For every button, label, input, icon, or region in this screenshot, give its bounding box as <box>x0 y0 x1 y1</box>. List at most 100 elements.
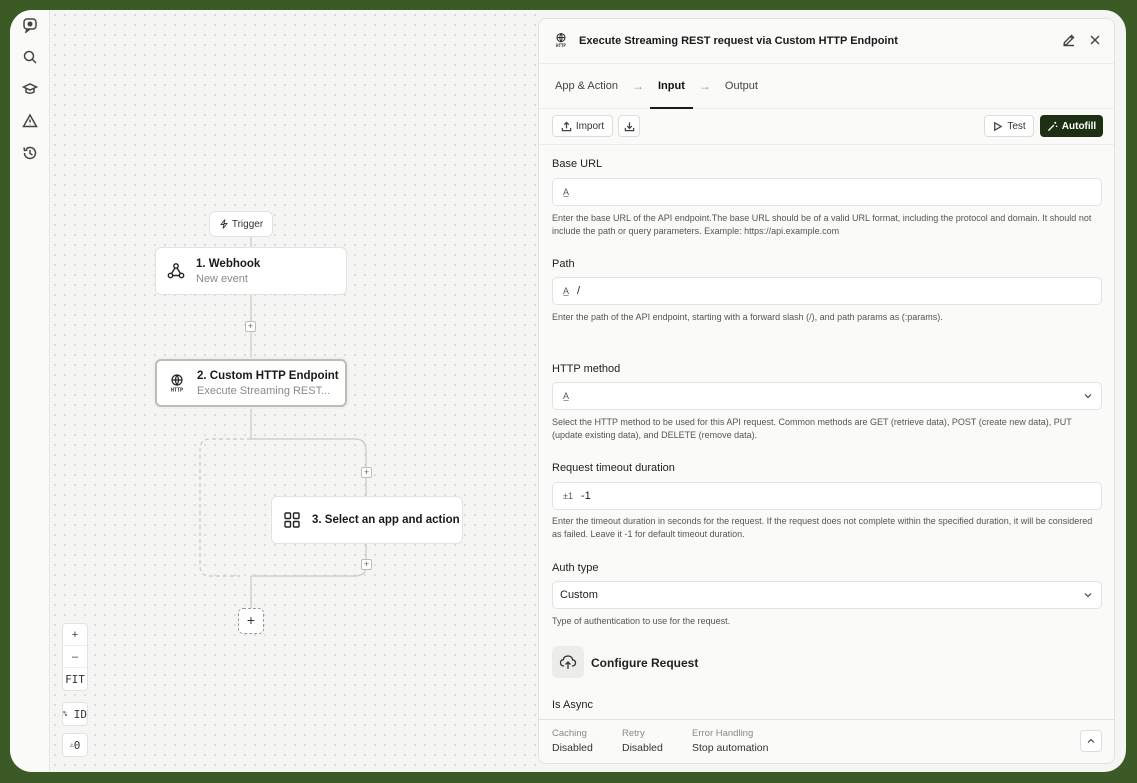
play-icon <box>994 121 1003 131</box>
add-step-button[interactable]: + <box>245 321 256 332</box>
history-icon[interactable] <box>21 144 39 162</box>
http-method-help: Select the HTTP method to be used for th… <box>552 417 1072 440</box>
node-select-app[interactable]: 3. Select an app and action <box>271 496 463 544</box>
grid-icon <box>272 511 312 529</box>
number-type-icon: ±1 <box>563 491 573 501</box>
app-window: Trigger 1. Webhook New event + HTTP 2. C… <box>10 10 1126 772</box>
auth-type-value: Custom <box>560 589 598 601</box>
timeout-help: Enter the timeout duration in seconds fo… <box>552 516 1093 539</box>
ids-label: ID <box>73 707 88 721</box>
text-type-icon: A̲ <box>563 286 570 296</box>
caching-label: Caching <box>552 728 587 739</box>
chevron-down-icon <box>1084 394 1092 399</box>
trigger-label[interactable]: Trigger <box>209 211 273 237</box>
chevron-up-icon <box>1087 738 1095 743</box>
expand-footer-button[interactable] <box>1080 730 1102 752</box>
ids-toggle[interactable]: % ID <box>62 702 88 726</box>
zoom-in-button[interactable]: + <box>63 624 87 646</box>
text-type-icon: A̲ <box>563 187 570 197</box>
retry-label: Retry <box>622 728 645 739</box>
percent-icon: % <box>62 710 68 718</box>
test-button[interactable]: Test <box>984 115 1034 137</box>
svg-text:HTTP: HTTP <box>171 388 183 394</box>
autofill-button[interactable]: Autofill <box>1040 115 1103 137</box>
timeout-value: -1 <box>580 490 591 502</box>
left-rail <box>10 10 50 772</box>
path-value: / <box>577 285 581 297</box>
zoom-controls: + – FIT <box>62 623 88 691</box>
timeout-input[interactable]: ±1 -1 <box>552 482 1102 510</box>
add-final-step-button[interactable]: + <box>238 608 264 634</box>
node-webhook[interactable]: 1. Webhook New event <box>155 247 347 295</box>
warnings-toggle[interactable]: ⚠ 0 <box>62 733 88 757</box>
fit-view-button[interactable]: FIT <box>63 668 87 690</box>
arrow-right-icon: → <box>698 79 711 93</box>
zoom-out-button[interactable]: – <box>63 646 87 668</box>
path-help: Enter the path of the API endpoint, star… <box>552 312 943 322</box>
timeout-label: Request timeout duration <box>552 462 675 474</box>
panel-footer: Caching Disabled Retry Disabled Error Ha… <box>539 719 1114 763</box>
path-label: Path <box>552 258 575 270</box>
base-url-label: Base URL <box>552 158 603 170</box>
webhook-icon <box>156 261 196 281</box>
panel-header: HTTP Execute Streaming REST request via … <box>539 19 1114 63</box>
cloud-upload-icon <box>552 646 584 678</box>
add-step-button[interactable]: + <box>361 467 372 478</box>
trigger-text: Trigger <box>231 218 264 230</box>
path-input[interactable]: A̲ / <box>552 277 1102 305</box>
node-subtitle: New event <box>196 272 248 285</box>
http-method-select[interactable]: A̲ <box>552 382 1102 410</box>
base-url-input[interactable]: A̲ <box>552 178 1102 206</box>
node-custom-http[interactable]: HTTP 2. Custom HTTP Endpoint Execute Str… <box>155 359 347 407</box>
arrow-right-icon: → <box>632 79 644 93</box>
graduation-cap-icon[interactable] <box>21 80 39 98</box>
http-method-label: HTTP method <box>552 363 621 375</box>
caching-setting[interactable]: Caching Disabled <box>552 728 593 754</box>
configure-request-title[interactable]: Configure Request <box>591 656 698 670</box>
retry-value: Disabled <box>622 742 663 754</box>
http-globe-icon: HTTP <box>553 31 569 52</box>
edit-icon[interactable] <box>1062 33 1076 50</box>
tab-output[interactable]: Output <box>725 64 758 108</box>
panel-title: Execute Streaming REST request via Custo… <box>579 35 898 47</box>
download-icon <box>624 121 634 131</box>
auth-type-label: Auth type <box>552 562 599 574</box>
auth-type-help: Type of authentication to use for the re… <box>552 616 731 626</box>
warning-icon[interactable] <box>21 112 39 130</box>
node-subtitle: Execute Streaming REST... <box>197 384 331 397</box>
step-config-panel: HTTP Execute Streaming REST request via … <box>538 18 1115 764</box>
tab-app-action[interactable]: App & Action <box>555 64 618 108</box>
magic-wand-icon <box>1047 121 1058 131</box>
search-icon[interactable] <box>21 48 39 66</box>
is-async-label: Is Async <box>552 699 593 711</box>
error-handling-value: Stop automation <box>692 742 769 754</box>
node-title: 3. Select an app and action <box>312 514 460 526</box>
chevron-down-icon <box>1084 593 1092 598</box>
autofill-label: Autofill <box>1061 120 1097 132</box>
warnings-count: 0 <box>73 738 81 752</box>
download-button[interactable] <box>618 115 640 137</box>
text-type-icon: A̲ <box>563 391 570 401</box>
import-label: Import <box>575 120 605 132</box>
test-label: Test <box>1007 120 1026 132</box>
node-title: 1. Webhook <box>196 257 261 270</box>
error-handling-setting[interactable]: Error Handling Stop automation <box>692 728 768 754</box>
http-globe-icon: HTTP <box>157 373 197 393</box>
caching-value: Disabled <box>552 742 593 754</box>
tab-input[interactable]: Input <box>650 64 693 109</box>
panel-tabs: App & Action → Input → Output <box>539 63 1114 109</box>
auth-type-select[interactable]: Custom <box>552 581 1102 609</box>
retry-setting[interactable]: Retry Disabled <box>622 728 663 754</box>
workflow-canvas[interactable]: Trigger 1. Webhook New event + HTTP 2. C… <box>50 10 538 772</box>
lightning-icon <box>219 219 228 229</box>
base-url-help: Enter the base URL of the API endpoint.T… <box>552 213 1092 236</box>
import-button[interactable]: Import <box>552 115 613 137</box>
node-title: 2. Custom HTTP Endpoint <box>197 369 339 382</box>
error-handling-label: Error Handling <box>692 728 754 739</box>
chat-sparkle-icon[interactable] <box>21 16 39 34</box>
add-step-button[interactable]: + <box>361 559 372 570</box>
close-icon[interactable] <box>1088 33 1102 50</box>
upload-icon <box>561 120 572 131</box>
svg-text:HTTP: HTTP <box>556 42 566 47</box>
panel-toolbar: Import Test Autofill <box>539 109 1114 145</box>
